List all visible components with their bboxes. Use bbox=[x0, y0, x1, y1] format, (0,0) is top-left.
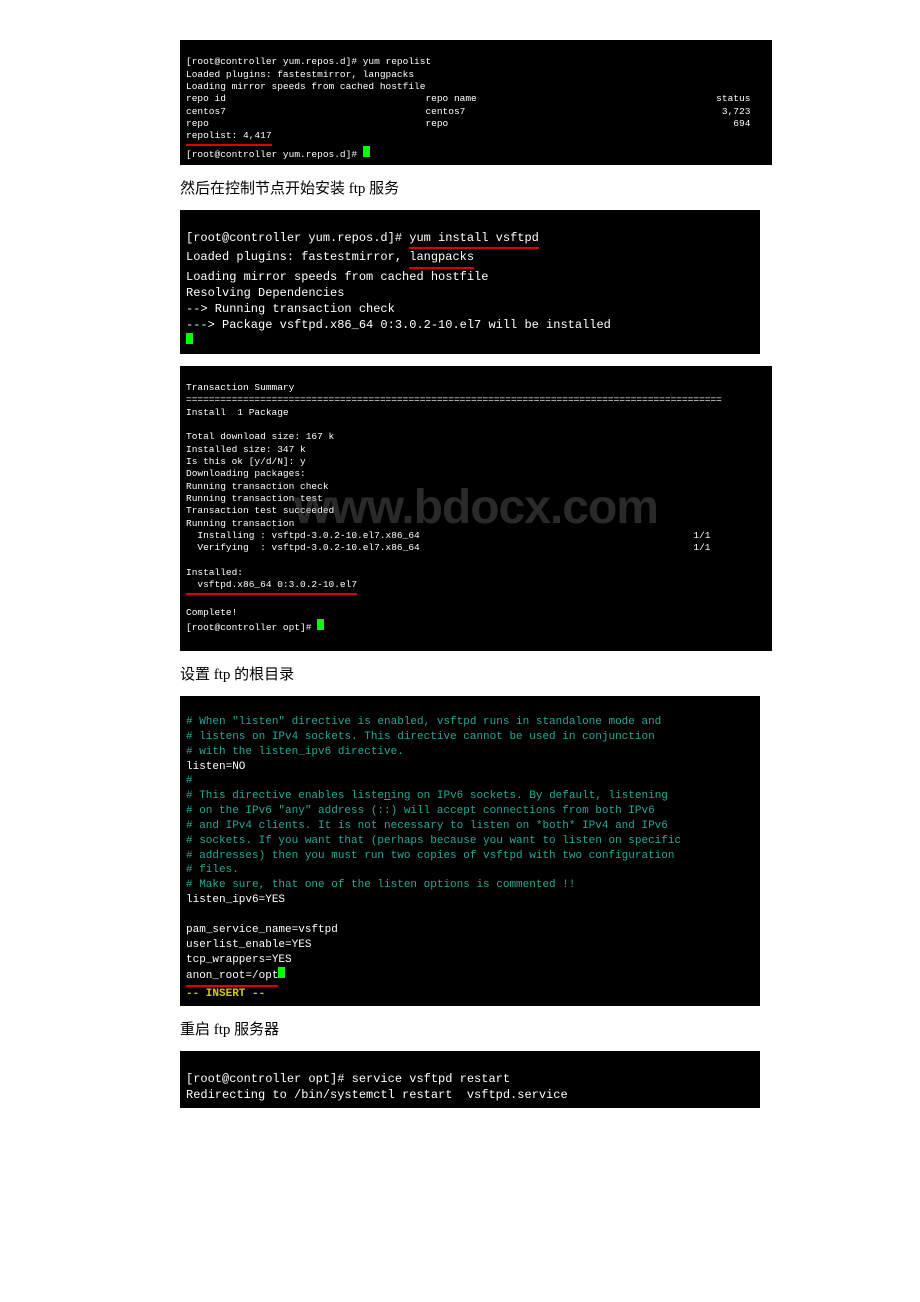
line: Installing : vsftpd-3.0.2-10.el7.x86_64 … bbox=[186, 530, 711, 541]
cursor-icon bbox=[186, 333, 193, 344]
line: Verifying : vsftpd-3.0.2-10.el7.x86_64 1… bbox=[186, 542, 711, 553]
terminal-yum-install: [root@controller yum.repos.d]# yum insta… bbox=[180, 210, 760, 354]
cursor-icon bbox=[317, 619, 324, 630]
line-comment: # When "listen" directive is enabled, vs… bbox=[186, 716, 661, 728]
line: Loading mirror speeds from cached hostfi… bbox=[186, 81, 425, 92]
paragraph-set-ftp-root: 设置 ftp 的根目录 bbox=[180, 663, 760, 684]
line: [root@controller opt]# bbox=[186, 622, 317, 633]
line: ========================================… bbox=[186, 394, 722, 405]
vim-insert-mode: -- INSERT -- bbox=[186, 988, 265, 1000]
line: Loaded plugins: fastestmirror, langpacks bbox=[186, 250, 474, 264]
line: Transaction test succeeded bbox=[186, 505, 334, 516]
line-comment: # and IPv4 clients. It is not necessary … bbox=[186, 820, 668, 832]
line: Loading mirror speeds from cached hostfi… bbox=[186, 270, 488, 284]
terminal-service-restart: [root@controller opt]# service vsftpd re… bbox=[180, 1051, 760, 1108]
line-comment: # bbox=[186, 775, 193, 787]
line: Redirecting to /bin/systemctl restart vs… bbox=[186, 1088, 568, 1102]
line-comment: # sockets. If you want that (perhaps bec… bbox=[186, 835, 681, 847]
terminal-repolist: [root@controller yum.repos.d]# yum repol… bbox=[180, 40, 772, 165]
line: Is this ok [y/d/N]: y bbox=[186, 456, 306, 467]
line: Running transaction test bbox=[186, 493, 323, 504]
line: Running transaction check bbox=[186, 481, 329, 492]
line: vsftpd.x86_64 0:3.0.2-10.el7 bbox=[186, 579, 357, 590]
paragraph-restart-ftp: 重启 ftp 服务器 bbox=[180, 1018, 760, 1039]
line: [root@controller opt]# service vsftpd re… bbox=[186, 1072, 510, 1086]
line: centos7 centos7 3,723 bbox=[186, 106, 750, 117]
line-comment: # listens on IPv4 sockets. This directiv… bbox=[186, 731, 655, 743]
line: pam_service_name=vsftpd bbox=[186, 924, 338, 936]
line: userlist_enable=YES bbox=[186, 939, 311, 951]
line: [root@controller yum.repos.d]# bbox=[186, 149, 363, 160]
line-comment: # files. bbox=[186, 864, 239, 876]
line: Total download size: 167 k bbox=[186, 431, 334, 442]
line-comment: # on the IPv6 "any" address (::) will ac… bbox=[186, 805, 655, 817]
terminal-vsftpd-conf: # When "listen" directive is enabled, vs… bbox=[180, 696, 760, 1006]
line-anon-root: anon_root=/opt bbox=[186, 970, 285, 982]
line: Install 1 Package bbox=[186, 407, 289, 418]
line: listen_ipv6=YES bbox=[186, 894, 285, 906]
line: ---> Package vsftpd.x86_64 0:3.0.2-10.el… bbox=[186, 318, 611, 332]
line: listen=NO bbox=[186, 761, 245, 773]
paragraph-install-ftp: 然后在控制节点开始安装 ftp 服务 bbox=[180, 177, 760, 198]
terminal-transaction-summary: Transaction Summary ====================… bbox=[180, 366, 772, 652]
line: Installed: bbox=[186, 567, 243, 578]
line: [root@controller yum.repos.d]# yum insta… bbox=[186, 231, 539, 245]
line: Installed size: 347 k bbox=[186, 444, 306, 455]
line-comment: # addresses) then you must run two copie… bbox=[186, 850, 674, 862]
line-comment: # with the listen_ipv6 directive. bbox=[186, 746, 404, 758]
line: Running transaction bbox=[186, 518, 294, 529]
line: Resolving Dependencies bbox=[186, 286, 344, 300]
cursor-icon bbox=[278, 967, 285, 978]
line: Complete! bbox=[186, 607, 237, 618]
line: repo id repo name status bbox=[186, 93, 750, 104]
line-repolist-total: repolist: 4,417 bbox=[186, 130, 272, 145]
document-page: [root@controller yum.repos.d]# yum repol… bbox=[0, 0, 920, 1160]
cursor-icon bbox=[363, 146, 370, 157]
line-comment: # This directive enables listening on IP… bbox=[186, 790, 668, 802]
line-comment: # Make sure, that one of the listen opti… bbox=[186, 879, 575, 891]
line: Transaction Summary bbox=[186, 382, 294, 393]
line: repo repo 694 bbox=[186, 118, 750, 129]
line: --> Running transaction check bbox=[186, 302, 395, 316]
line: Downloading packages: bbox=[186, 468, 306, 479]
line: tcp_wrappers=YES bbox=[186, 954, 292, 966]
line: Loaded plugins: fastestmirror, langpacks bbox=[186, 69, 414, 80]
line: [root@controller yum.repos.d]# yum repol… bbox=[186, 56, 431, 67]
